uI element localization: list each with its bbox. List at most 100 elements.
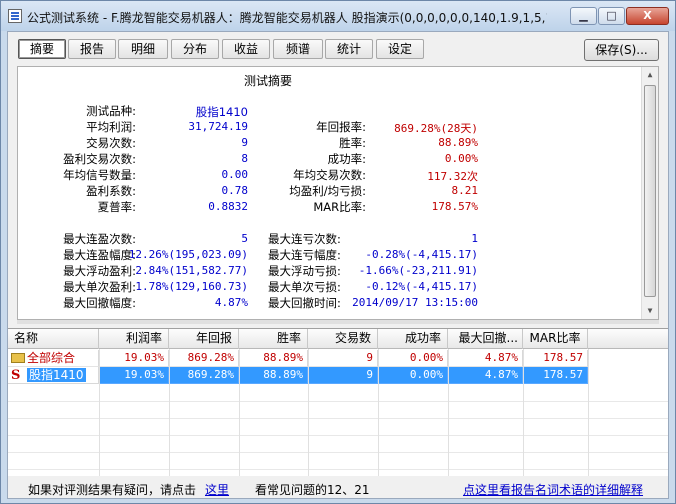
row-annual-return: 869.28%: [169, 367, 239, 384]
tab-bar: 摘要 报告 明细 分布 收益 频谱 统计 设定 保存(S)...: [8, 32, 668, 62]
grid-line: [523, 349, 524, 476]
client-area: 摘要 报告 明细 分布 收益 频谱 统计 设定 保存(S)... 测试摘要 测试…: [7, 31, 669, 499]
label-sharpe: 夏普率:: [97, 200, 136, 214]
label-yearly-signals: 年均信号数量:: [63, 168, 136, 182]
tab-statistics[interactable]: 统计: [325, 39, 373, 59]
grid-line: [99, 349, 100, 476]
label-avg-profit: 平均利润:: [86, 120, 136, 134]
summary-hscroll[interactable]: [17, 320, 659, 324]
value-annual-return: 869.28%(28天): [394, 122, 478, 135]
scroll-down-icon[interactable]: ▼: [642, 303, 658, 319]
tab-distribution[interactable]: 分布: [171, 39, 219, 59]
app-window: 公式测试系统 - F.腾龙智能交易机器人：腾龙智能交易机器人 股指演示(0,0,…: [0, 0, 676, 504]
row-annual-return: 869.28%: [169, 350, 239, 367]
value-max-drawdown-time: 2014/09/17 13:15:00: [352, 296, 478, 309]
value-symbol: 股指1410: [195, 105, 248, 119]
row-win-rate: 88.89%: [239, 350, 308, 367]
row-name: 股指1410: [27, 368, 86, 382]
grid-line: [8, 469, 668, 470]
label-profit-factor: 盈利系数:: [86, 184, 136, 198]
row-trades: 9: [308, 367, 378, 384]
grid-line: [239, 349, 240, 476]
value-sharpe: 0.8832: [208, 200, 248, 213]
close-button[interactable]: X: [626, 7, 669, 25]
maximize-button[interactable]: □: [598, 7, 625, 25]
footer: 如果对评测结果有疑问，请点击 这里 看常见问题的12、21 点这里看报告名词术语…: [8, 478, 668, 498]
value-max-consec-win-range: 12.26%(195,023.09): [128, 248, 248, 261]
grid-line: [169, 349, 170, 476]
value-yearly-trades: 117.32次: [427, 170, 478, 183]
summary-panel: 测试摘要 测试品种: 股指1410 平均利润: 31,724.19 交易次数: …: [17, 66, 659, 320]
label-avg-win-loss: 均盈利/均亏损:: [289, 184, 366, 198]
col-name[interactable]: 名称: [8, 329, 99, 349]
tab-spectrum[interactable]: 频谱: [273, 39, 323, 59]
value-success-rate: 0.00%: [444, 152, 478, 165]
symbol-s-icon: S: [11, 368, 21, 383]
minimize-button[interactable]: ▁: [570, 7, 597, 25]
grid-line: [588, 349, 589, 476]
value-max-consec-wins: 5: [241, 232, 248, 245]
label-success-rate: 成功率:: [327, 152, 366, 166]
footer-faq-text: 看常见问题的12、21: [255, 483, 370, 497]
col-annual-return[interactable]: 年回报: [169, 329, 239, 349]
summary-scrollbar[interactable]: ▲ ▼: [641, 67, 658, 319]
scroll-up-icon[interactable]: ▲: [642, 67, 658, 83]
tab-settings[interactable]: 设定: [376, 39, 424, 59]
label-win-rate: 胜率:: [339, 136, 366, 150]
value-max-single-loss: -0.12%(-4,415.17): [365, 280, 478, 293]
grid-line: [8, 435, 668, 436]
row-profit-rate: 19.03%: [99, 367, 169, 384]
value-max-drawdown: 4.87%: [214, 296, 248, 309]
title-bar[interactable]: 公式测试系统 - F.腾龙智能交易机器人：腾龙智能交易机器人 股指演示(0,0,…: [1, 1, 675, 31]
row-mar-ratio: 178.57: [523, 350, 588, 367]
grid-line: [8, 418, 668, 419]
grid-line: [308, 349, 309, 476]
label-trade-count: 交易次数:: [86, 136, 136, 150]
col-max-drawdown[interactable]: 最大回撤...: [448, 329, 523, 349]
row-profit-rate: 19.03%: [99, 350, 169, 367]
label-mar-ratio: MAR比率:: [313, 200, 366, 214]
value-avg-win-loss: 8.21: [451, 184, 479, 197]
summary-title: 测试摘要: [243, 74, 292, 88]
col-trades[interactable]: 交易数: [308, 329, 378, 349]
table-row-selected[interactable]: S 股指1410 19.03% 869.28% 88.89% 9 0.00% 4.…: [8, 367, 668, 384]
row-name: 全部综合: [27, 351, 76, 365]
col-win-rate[interactable]: 胜率: [239, 329, 308, 349]
label-max-drawdown: 最大回撤幅度:: [63, 296, 136, 310]
tab-summary[interactable]: 摘要: [18, 39, 66, 59]
value-max-single-profit: 1.78%(129,160.73): [135, 280, 248, 293]
grid-line: [448, 349, 449, 476]
window-title: 公式测试系统 - F.腾龙智能交易机器人：腾龙智能交易机器人 股指演示(0,0,…: [27, 11, 547, 25]
glossary-link[interactable]: 点这里看报告名词术语的详细解释: [463, 481, 643, 498]
save-button[interactable]: 保存(S)...: [584, 39, 659, 61]
scroll-thumb[interactable]: [644, 85, 656, 297]
row-mar-ratio: 178.57: [523, 367, 588, 384]
row-max-drawdown: 4.87%: [448, 367, 523, 384]
col-mar-ratio[interactable]: MAR比率: [523, 329, 588, 349]
faq-link[interactable]: 这里: [205, 481, 229, 498]
folder-icon: [11, 352, 25, 363]
value-max-consec-losses: 1: [471, 232, 478, 245]
col-profit-rate[interactable]: 利润率: [99, 329, 169, 349]
value-max-floating-loss: -1.66%(-23,211.91): [358, 264, 478, 277]
tab-report[interactable]: 报告: [68, 39, 116, 59]
value-avg-profit: 31,724.19: [188, 120, 248, 133]
app-icon: [8, 9, 22, 23]
grid-line: [8, 452, 668, 453]
tab-profit[interactable]: 收益: [222, 39, 270, 59]
row-win-rate: 88.89%: [239, 367, 308, 384]
value-winning-trades: 8: [241, 152, 248, 165]
results-table: 名称 利润率 年回报 胜率 交易数 成功率 最大回撤... MAR比率 全部综合…: [8, 328, 668, 476]
value-trade-count: 9: [241, 136, 248, 149]
table-row[interactable]: 全部综合 19.03% 869.28% 88.89% 9 0.00% 4.87%…: [8, 350, 668, 367]
col-success-rate[interactable]: 成功率: [378, 329, 448, 349]
row-max-drawdown: 4.87%: [448, 350, 523, 367]
tab-detail[interactable]: 明细: [118, 39, 168, 59]
label-yearly-trades: 年均交易次数:: [293, 168, 366, 182]
value-max-consec-loss-range: -0.28%(-4,415.17): [365, 248, 478, 261]
value-mar-ratio: 178.57%: [431, 200, 478, 213]
grid-line: [378, 349, 379, 476]
grid-line: [8, 401, 668, 402]
label-max-consec-wins: 最大连盈次数:: [63, 232, 136, 246]
label-max-consec-losses: 最大连亏次数:: [268, 232, 341, 246]
